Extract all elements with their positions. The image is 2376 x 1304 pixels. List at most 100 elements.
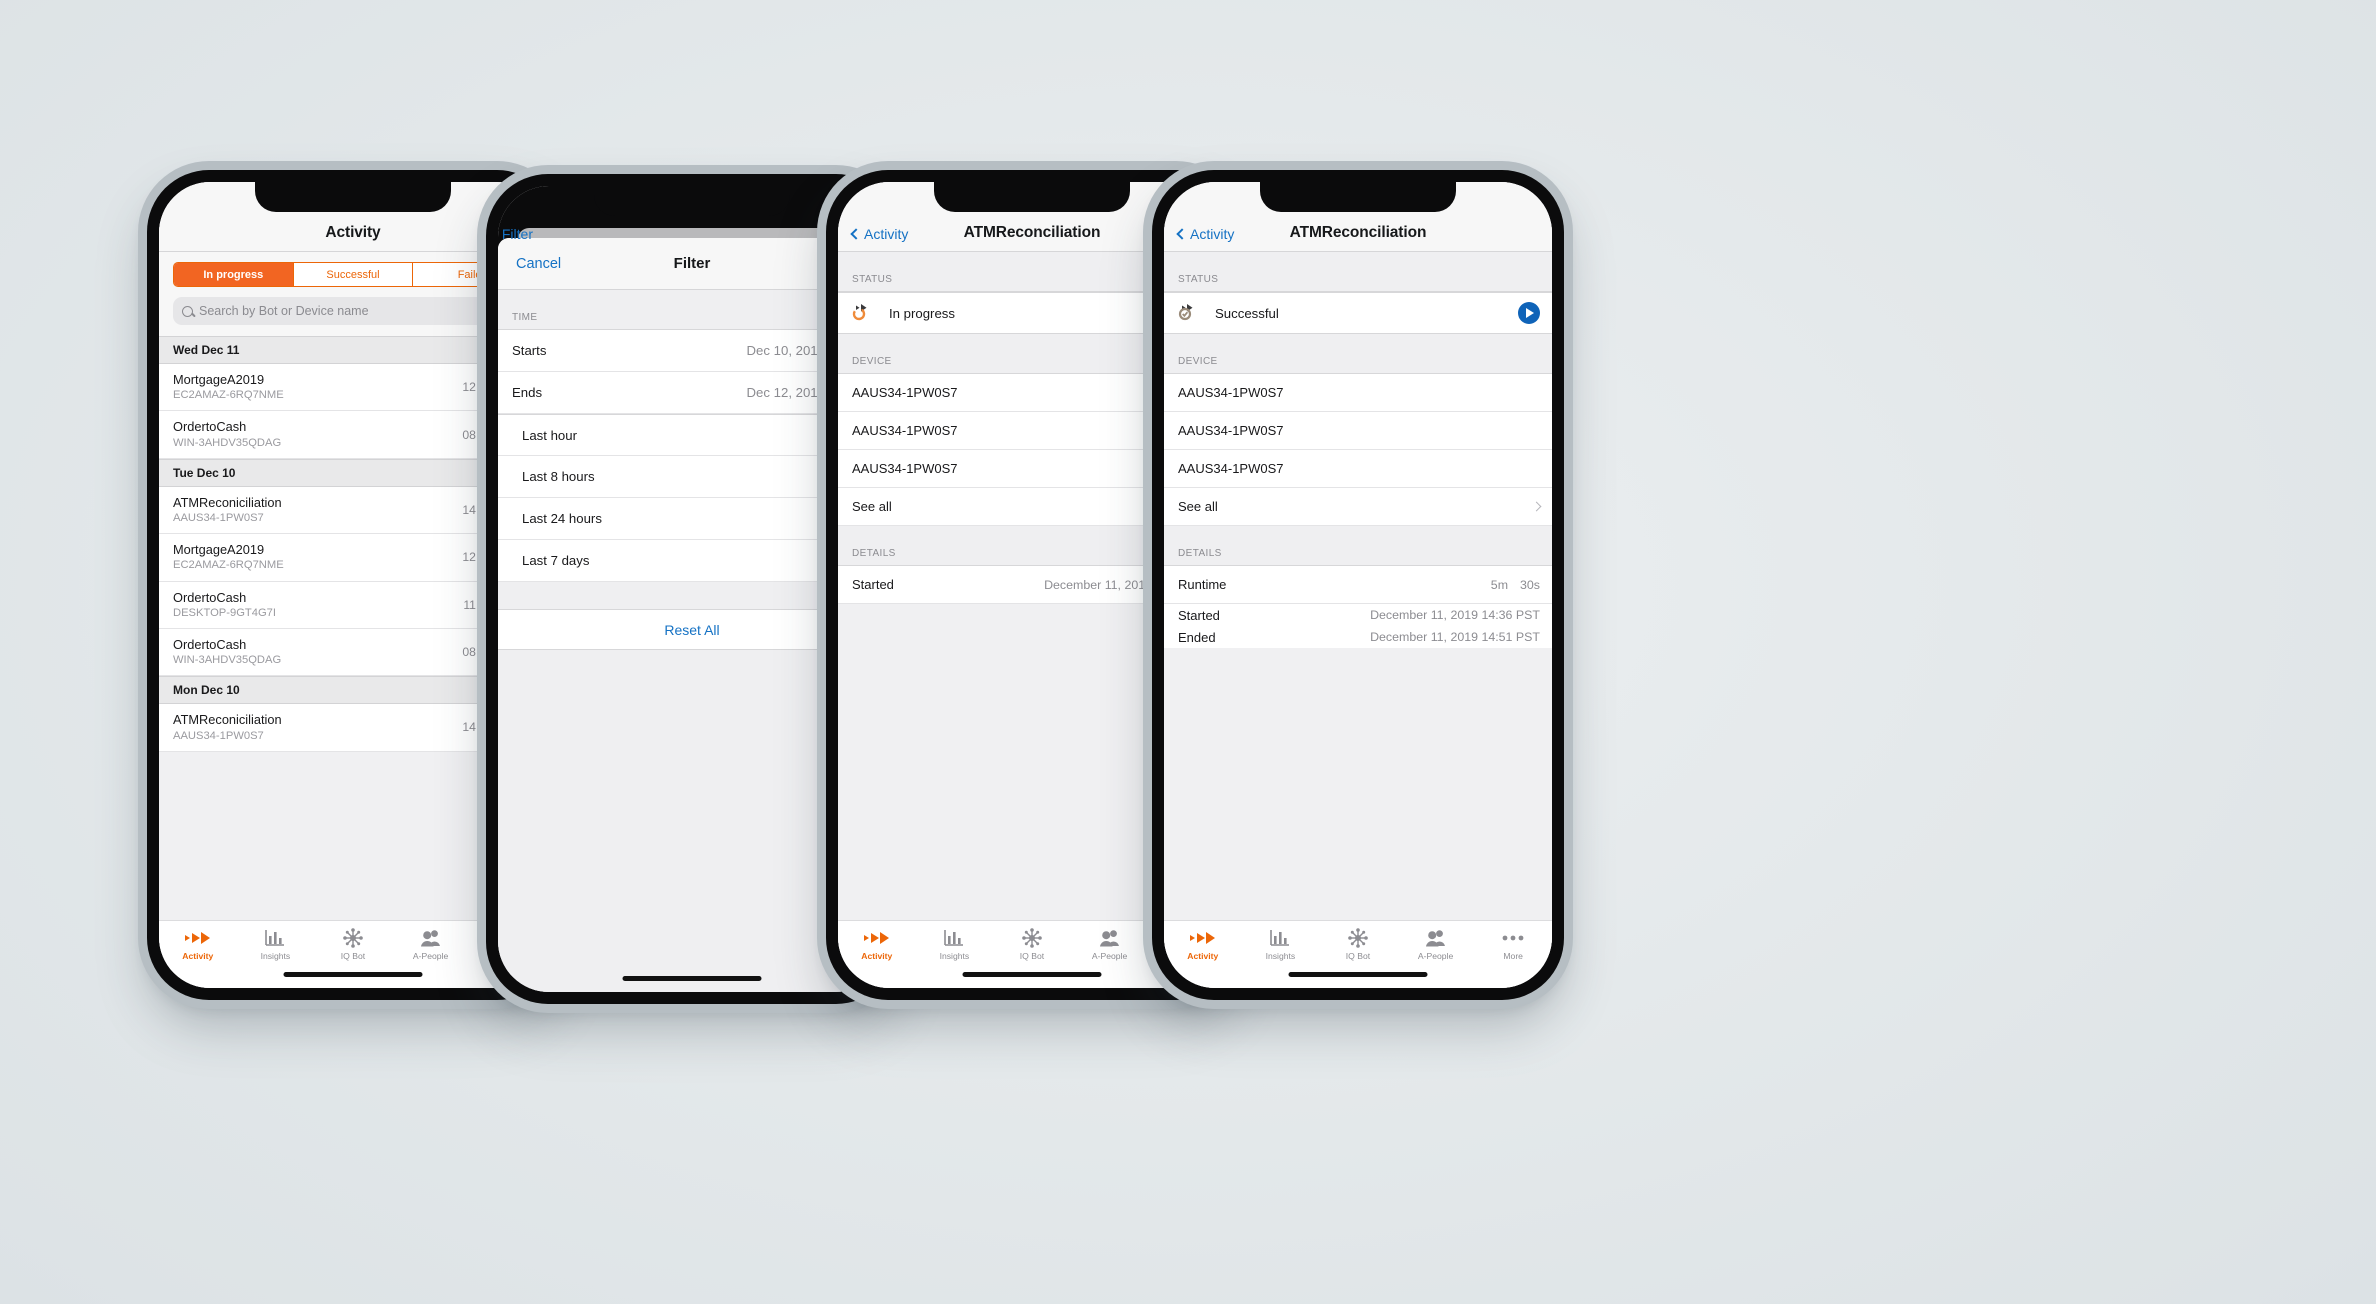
status-row: Successful xyxy=(1164,292,1552,334)
back-label: Activity xyxy=(864,226,909,242)
status-segmented-control[interactable]: In progress Successful Failed xyxy=(173,262,533,287)
home-indicator xyxy=(962,971,1102,977)
detail-value: December 11, 2019 14:36 PST xyxy=(1370,608,1540,622)
device-name: AAUS34-1PW0S7 xyxy=(1178,423,1284,438)
device-row: AAUS34-1PW0S7 xyxy=(1164,374,1552,412)
tab-label: IQ Bot xyxy=(1019,951,1045,961)
back-button[interactable]: Activity xyxy=(1176,226,1235,243)
device-name: AAUS34-1PW0S7 xyxy=(1178,461,1284,476)
ends-label: Ends xyxy=(512,385,543,400)
bar-chart-icon xyxy=(265,928,285,947)
preset-label: Last 8 hours xyxy=(522,469,595,484)
tab-label: A-People xyxy=(1417,951,1454,961)
tab-label: IQ Bot xyxy=(340,951,366,961)
people-icon xyxy=(1099,928,1121,947)
status-text: Successful xyxy=(1215,305,1279,321)
detail-label: Started xyxy=(1178,607,1220,623)
people-icon xyxy=(420,928,442,947)
device-name: AAUS34-1PW0S7 xyxy=(852,461,958,476)
search-placeholder: Search by Bot or Device name xyxy=(199,304,369,318)
device-name: EC2AMAZ-6RQ7NME xyxy=(173,389,284,402)
chevron-left-icon xyxy=(850,228,862,240)
detail-row-runtime: Runtime 5m 30s xyxy=(1164,566,1552,604)
tab-insights[interactable]: Insights xyxy=(237,928,315,988)
back-label: Activity xyxy=(1190,226,1235,242)
filter-button[interactable]: Filter xyxy=(502,226,533,243)
tab-label: Insights xyxy=(939,951,970,961)
preset-label: Last 24 hours xyxy=(522,511,602,526)
tab-activity[interactable]: Activity xyxy=(1164,928,1242,988)
node-network-icon xyxy=(1022,927,1042,948)
bot-name: MortgageA2019 xyxy=(173,372,265,387)
tab-iq-bot[interactable]: IQ Bot xyxy=(314,927,392,988)
see-all-button[interactable]: See all xyxy=(1164,488,1552,526)
notch xyxy=(1260,182,1456,212)
segment-successful[interactable]: Successful xyxy=(292,263,413,286)
runtime-seconds: 30s xyxy=(1520,577,1540,592)
bot-name: OrdertoCash xyxy=(173,636,247,652)
bot-name: ATMReconiciliation xyxy=(173,494,282,510)
home-indicator xyxy=(1288,971,1428,977)
ellipsis-icon xyxy=(1502,928,1524,947)
device-name: EC2AMAZ-6RQ7NME xyxy=(173,559,284,572)
detail-label: Ended xyxy=(1178,629,1216,645)
ends-date-value[interactable]: Dec 12, 2019 xyxy=(747,385,825,400)
section-label-status: STATUS xyxy=(1164,252,1552,292)
back-button[interactable]: Activity xyxy=(850,226,909,243)
segment-in-progress[interactable]: In progress xyxy=(174,263,293,286)
chevron-right-icon xyxy=(1531,501,1542,512)
tab-label: More xyxy=(1503,951,1523,961)
in-progress-icon xyxy=(851,301,875,326)
preset-label: Last hour xyxy=(522,427,577,443)
tab-a-people[interactable]: A-People xyxy=(1071,928,1149,988)
tab-label: Insights xyxy=(1265,951,1296,961)
device-name: DESKTOP-9GT4G7I xyxy=(173,606,276,619)
detail-row-started: Started December 11, 2019 14:36 PST xyxy=(1164,604,1552,626)
tab-a-people[interactable]: A-People xyxy=(392,928,470,988)
tab-label: Activity xyxy=(1187,951,1219,961)
tab-iq-bot[interactable]: IQ Bot xyxy=(993,927,1071,988)
fast-forward-icon xyxy=(863,928,890,947)
play-icon[interactable] xyxy=(1518,302,1540,324)
tab-bar: Activity Insights IQ Bot A-People xyxy=(1164,920,1552,988)
tab-label: A-People xyxy=(1091,951,1128,961)
tab-iq-bot[interactable]: IQ Bot xyxy=(1319,927,1397,988)
runtime-label: Runtime xyxy=(1178,577,1227,592)
section-label-details: DETAILS xyxy=(1164,526,1552,566)
detail-row-ended: Ended December 11, 2019 14:51 PST xyxy=(1164,626,1552,648)
status-text: In progress xyxy=(889,305,955,321)
device-name: AAUS34-1PW0S7 xyxy=(1178,385,1284,400)
bot-name: MortgageA2019 xyxy=(173,542,265,558)
search-input[interactable]: Search by Bot or Device name xyxy=(173,297,533,325)
notch xyxy=(594,186,790,216)
bot-name: ATMReconiciliation xyxy=(173,712,282,728)
starts-date-value[interactable]: Dec 10, 2019 xyxy=(747,343,825,358)
tab-insights[interactable]: Insights xyxy=(916,928,994,988)
home-indicator xyxy=(622,975,762,981)
tab-more[interactable]: More xyxy=(1474,928,1552,988)
device-name: WIN-3AHDV35QDAG xyxy=(173,654,282,667)
tab-label: Insights xyxy=(260,951,291,961)
phone-detail-successful: Activity ATMReconciliation STATUS Succes… xyxy=(1152,170,1564,1000)
see-all-label: See all xyxy=(1178,499,1218,514)
bot-name: OrdertoCash xyxy=(173,419,247,435)
device-name: AAUS34-1PW0S7 xyxy=(852,385,958,400)
tab-label: Activity xyxy=(182,951,214,961)
runtime-minutes: 5m xyxy=(1490,577,1509,592)
notch xyxy=(934,182,1130,212)
tab-activity[interactable]: Activity xyxy=(159,928,237,988)
successful-icon xyxy=(1177,301,1201,326)
section-label-device: DEVICE xyxy=(1164,334,1552,374)
tab-a-people[interactable]: A-People xyxy=(1397,928,1475,988)
fast-forward-icon xyxy=(1189,928,1216,947)
bar-chart-icon xyxy=(1270,928,1290,947)
tab-activity[interactable]: Activity xyxy=(838,928,916,988)
tab-insights[interactable]: Insights xyxy=(1242,928,1320,988)
tab-label: A-People xyxy=(412,951,449,961)
fast-forward-icon xyxy=(184,928,211,947)
detail-value: December 11, 2019 14:51 PST xyxy=(1370,630,1540,644)
tab-label: Activity xyxy=(861,951,893,961)
device-name: AAUS34-1PW0S7 xyxy=(852,423,958,438)
chevron-left-icon xyxy=(1176,228,1188,240)
bot-name: OrdertoCash xyxy=(173,589,247,605)
